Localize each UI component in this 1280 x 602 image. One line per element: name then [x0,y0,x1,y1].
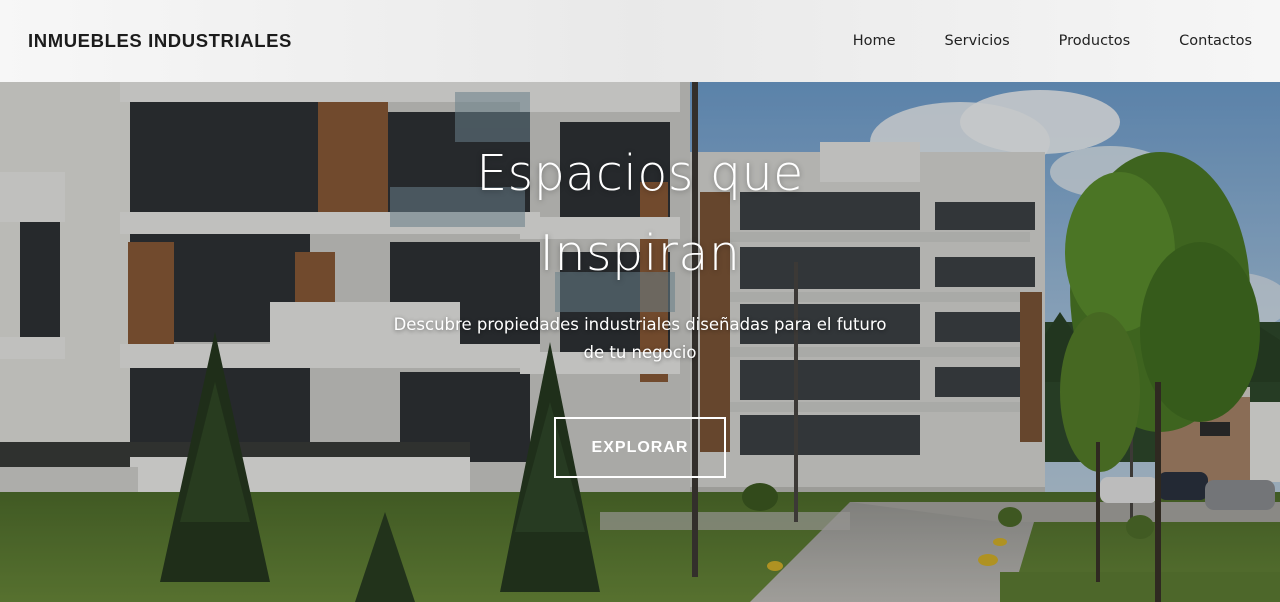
main-navigation: Home Servicios Productos Contactos [853,33,1252,49]
hero-title-line-2: Inspiran [539,225,741,282]
nav-link-productos[interactable]: Productos [1059,33,1130,49]
nav-link-servicios[interactable]: Servicios [945,33,1010,49]
hero-subtitle: Descubre propiedades industriales diseña… [360,311,920,367]
hero-content: Espacios que Inspiran Descubre propiedad… [0,82,1280,602]
hero-subtitle-line-2: de tu negocio [583,343,697,362]
nav-link-home[interactable]: Home [853,33,896,49]
hero-title-line-1: Espacios que [476,145,804,202]
explore-button[interactable]: EXPLORAR [554,417,726,478]
hero-section: Espacios que Inspiran Descubre propiedad… [0,82,1280,602]
hero-subtitle-line-1: Descubre propiedades industriales diseña… [393,315,887,334]
nav-link-contactos[interactable]: Contactos [1179,33,1252,49]
top-navbar: INMUEBLES INDUSTRIALES Home Servicios Pr… [0,0,1280,82]
brand-logo[interactable]: INMUEBLES INDUSTRIALES [28,30,292,52]
hero-title: Espacios que Inspiran [390,134,890,294]
